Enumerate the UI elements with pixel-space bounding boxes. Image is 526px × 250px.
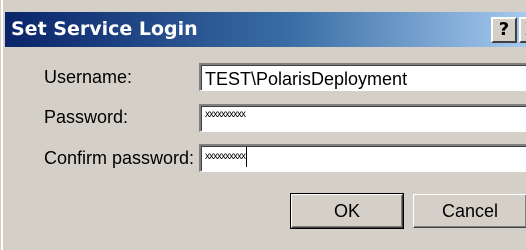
- username-value: TEST\PolarisDeployment: [205, 69, 408, 89]
- confirm-password-label: Confirm password:: [44, 148, 195, 168]
- help-button[interactable]: ?: [491, 17, 517, 43]
- help-icon: ?: [498, 19, 510, 40]
- password-field[interactable]: xxxxxxxxxx: [199, 104, 526, 132]
- cancel-button[interactable]: Cancel: [413, 194, 526, 228]
- text-caret: [246, 147, 247, 167]
- password-label: Password:: [44, 107, 129, 127]
- ok-button[interactable]: OK: [290, 193, 404, 229]
- dialog-title: Set Service Login: [11, 18, 198, 40]
- password-value: xxxxxxxxxx: [205, 109, 246, 120]
- username-label: Username:: [44, 67, 133, 87]
- close-button[interactable]: X: [519, 17, 526, 43]
- confirm-password-field[interactable]: xxxxxxxxxx: [199, 144, 526, 172]
- set-service-login-dialog: Set Service Login ? X Username: TEST\Pol…: [0, 0, 526, 250]
- title-bar[interactable]: Set Service Login ? X: [5, 12, 526, 47]
- username-field[interactable]: TEST\PolarisDeployment: [199, 63, 526, 91]
- confirm-password-value: xxxxxxxxxx: [205, 151, 246, 162]
